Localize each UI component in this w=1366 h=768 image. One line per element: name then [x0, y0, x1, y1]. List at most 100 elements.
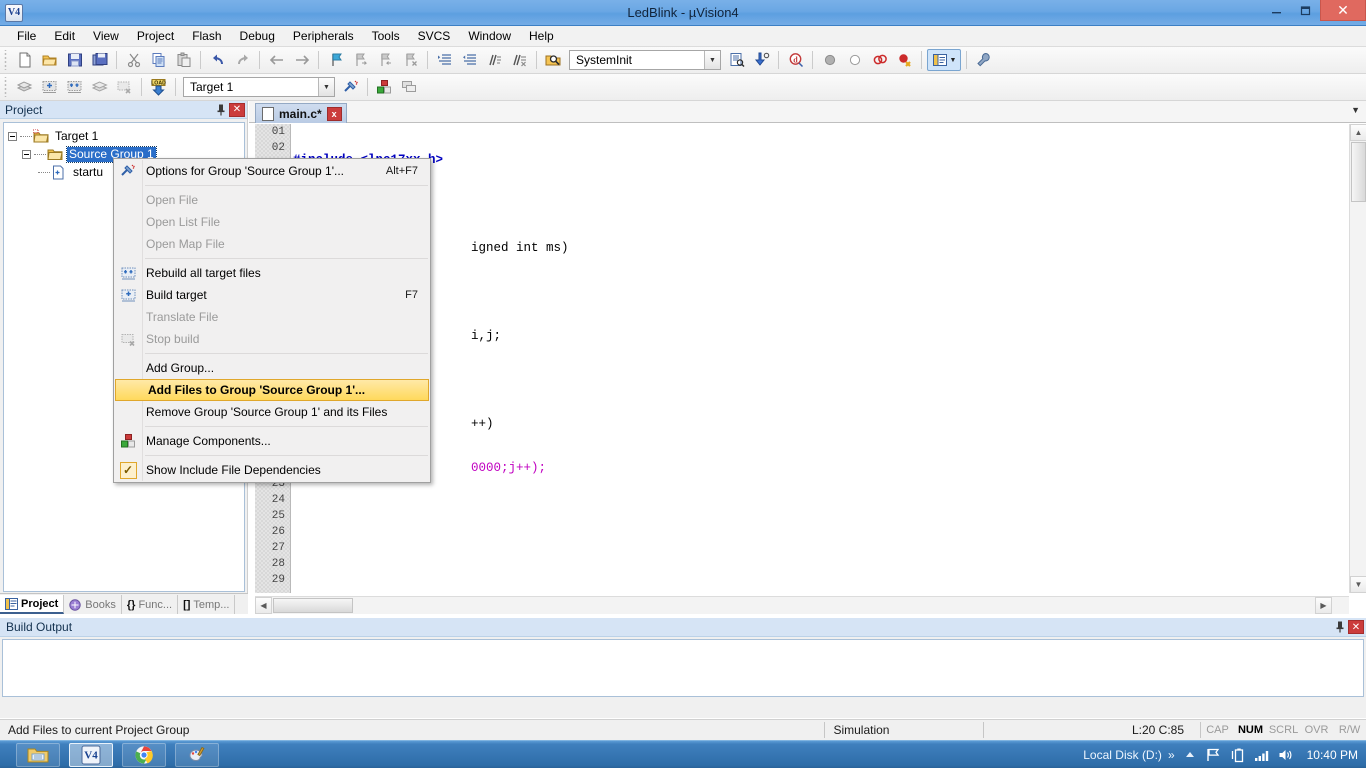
close-button[interactable]: ✕ [1320, 0, 1366, 21]
editor-vertical-scrollbar[interactable]: ▲ ▼ [1349, 124, 1366, 593]
uncomment-icon[interactable] [508, 49, 531, 71]
download-flash-icon[interactable]: LOAD [147, 76, 170, 98]
tab-books[interactable]: Books [64, 595, 122, 614]
rebuild-all-icon[interactable] [63, 76, 86, 98]
document-tab-main-c[interactable]: main.c* x [255, 103, 347, 123]
tray-overflow-icon[interactable]: » [1168, 748, 1175, 762]
breakpoint-disable-all-icon[interactable] [868, 49, 891, 71]
tree-node-target[interactable]: Target 1 [8, 127, 244, 145]
undo-icon[interactable] [206, 49, 229, 71]
find-in-files-icon[interactable] [542, 49, 565, 71]
editor-horizontal-scrollbar[interactable]: ◀ ▶ [255, 596, 1349, 614]
context-menu-item-remove-group[interactable]: Remove Group 'Source Group 1' and its Fi… [114, 401, 430, 423]
bookmark-next-icon[interactable] [349, 49, 372, 71]
batch-build-icon[interactable] [88, 76, 111, 98]
function-combo[interactable]: SystemInit ▼ [569, 50, 721, 70]
navigate-forward-icon[interactable] [290, 49, 313, 71]
debug-session-icon[interactable]: d [784, 49, 807, 71]
paste-icon[interactable] [172, 49, 195, 71]
redo-icon[interactable] [231, 49, 254, 71]
battery-icon[interactable] [1229, 745, 1247, 765]
bookmark-prev-icon[interactable] [374, 49, 397, 71]
menu-peripherals[interactable]: Peripherals [284, 26, 363, 46]
network-signal-icon[interactable] [1253, 745, 1271, 765]
context-menu-item-add-group[interactable]: Add Group... [114, 357, 430, 379]
toolbar-grip[interactable] [2, 77, 10, 97]
pin-icon[interactable] [1332, 620, 1348, 635]
tab-functions[interactable]: {} Func... [122, 595, 179, 614]
close-icon[interactable]: ✕ [1348, 620, 1364, 634]
menu-window[interactable]: Window [459, 26, 520, 46]
copy-icon[interactable] [147, 49, 170, 71]
uvision-icon[interactable]: V4 [69, 742, 113, 767]
bookmark-toggle-icon[interactable] [324, 49, 347, 71]
indent-left-icon[interactable] [458, 49, 481, 71]
navigate-back-icon[interactable] [265, 49, 288, 71]
project-window-icon[interactable]: ▼ [927, 49, 961, 71]
chevron-down-icon[interactable]: ▼ [1351, 105, 1360, 115]
menu-flash[interactable]: Flash [183, 26, 230, 46]
toolbar-grip[interactable] [2, 50, 10, 70]
translate-file-icon[interactable] [13, 76, 36, 98]
tab-templates[interactable]: [] Temp... [178, 595, 236, 614]
menu-file[interactable]: File [8, 26, 45, 46]
taskbar-clock[interactable]: 10:40 PM [1307, 748, 1358, 762]
open-file-icon[interactable] [38, 49, 61, 71]
file-explorer-icon[interactable] [16, 742, 60, 767]
tray-drive-label[interactable]: Local Disk (D:) [1083, 748, 1162, 762]
menu-debug[interactable]: Debug [231, 26, 284, 46]
pin-icon[interactable] [213, 102, 229, 117]
scroll-right-icon[interactable]: ▶ [1315, 597, 1332, 614]
scroll-thumb-h[interactable] [273, 598, 353, 613]
menu-help[interactable]: Help [520, 26, 563, 46]
menu-view[interactable]: View [84, 26, 128, 46]
indent-right-icon[interactable] [433, 49, 456, 71]
close-icon[interactable]: ✕ [229, 102, 245, 117]
context-menu-item-show-include-dependencies[interactable]: ✓ Show Include File Dependencies [114, 459, 430, 481]
target-options-icon[interactable] [339, 76, 362, 98]
volume-icon[interactable] [1277, 745, 1295, 765]
action-center-flag-icon[interactable] [1205, 745, 1223, 765]
menu-svcs[interactable]: SVCS [409, 26, 460, 46]
breakpoint-insert-icon[interactable] [818, 49, 841, 71]
context-menu-item-options-for-group[interactable]: Options for Group 'Source Group 1'... Al… [114, 160, 430, 182]
chrome-icon[interactable] [122, 742, 166, 767]
save-icon[interactable] [63, 49, 86, 71]
chevron-down-icon[interactable]: ▼ [950, 57, 957, 64]
new-file-icon[interactable] [13, 49, 36, 71]
comment-icon[interactable] [483, 49, 506, 71]
code-text[interactable]: #include <lpc17xx.h> igned int ms) i,j; … [293, 124, 1338, 593]
context-menu-item-add-files-to-group[interactable]: Add Files to Group 'Source Group 1'... [115, 379, 429, 401]
maximize-button[interactable] [1291, 0, 1320, 20]
bookmark-clear-icon[interactable] [399, 49, 422, 71]
close-icon[interactable]: x [326, 106, 342, 121]
tab-project[interactable]: Project [0, 595, 65, 614]
save-all-icon[interactable] [88, 49, 111, 71]
paint-icon[interactable] [175, 742, 219, 767]
context-menu-item-build-target[interactable]: Build target F7 [114, 284, 430, 306]
build-target-icon[interactable] [38, 76, 61, 98]
manage-components-icon[interactable] [373, 76, 396, 98]
context-menu-item-manage-components[interactable]: Manage Components... [114, 430, 430, 452]
chevron-down-icon[interactable]: ▼ [704, 51, 720, 69]
scroll-up-icon[interactable]: ▲ [1350, 124, 1366, 141]
cut-icon[interactable] [122, 49, 145, 71]
configuration-wizard-icon[interactable] [972, 49, 995, 71]
show-hidden-icons-icon[interactable] [1181, 745, 1199, 765]
breakpoint-kill-all-icon[interactable] [893, 49, 916, 71]
goto-definition-icon[interactable] [750, 49, 773, 71]
expander-icon[interactable] [22, 149, 31, 159]
scroll-left-icon[interactable]: ◀ [255, 597, 272, 614]
build-output-text[interactable] [2, 639, 1364, 697]
scroll-thumb[interactable] [1351, 142, 1366, 202]
menu-project[interactable]: Project [128, 26, 183, 46]
stop-build-icon[interactable] [113, 76, 136, 98]
menu-tools[interactable]: Tools [363, 26, 409, 46]
scroll-down-icon[interactable]: ▼ [1350, 576, 1366, 593]
chevron-down-icon[interactable]: ▼ [318, 78, 334, 96]
expander-icon[interactable] [8, 131, 17, 141]
target-combo[interactable]: Target 1 ▼ [183, 77, 335, 97]
context-menu-item-rebuild-all[interactable]: Rebuild all target files [114, 262, 430, 284]
breakpoint-enable-icon[interactable] [843, 49, 866, 71]
source-browse-icon[interactable] [725, 49, 748, 71]
